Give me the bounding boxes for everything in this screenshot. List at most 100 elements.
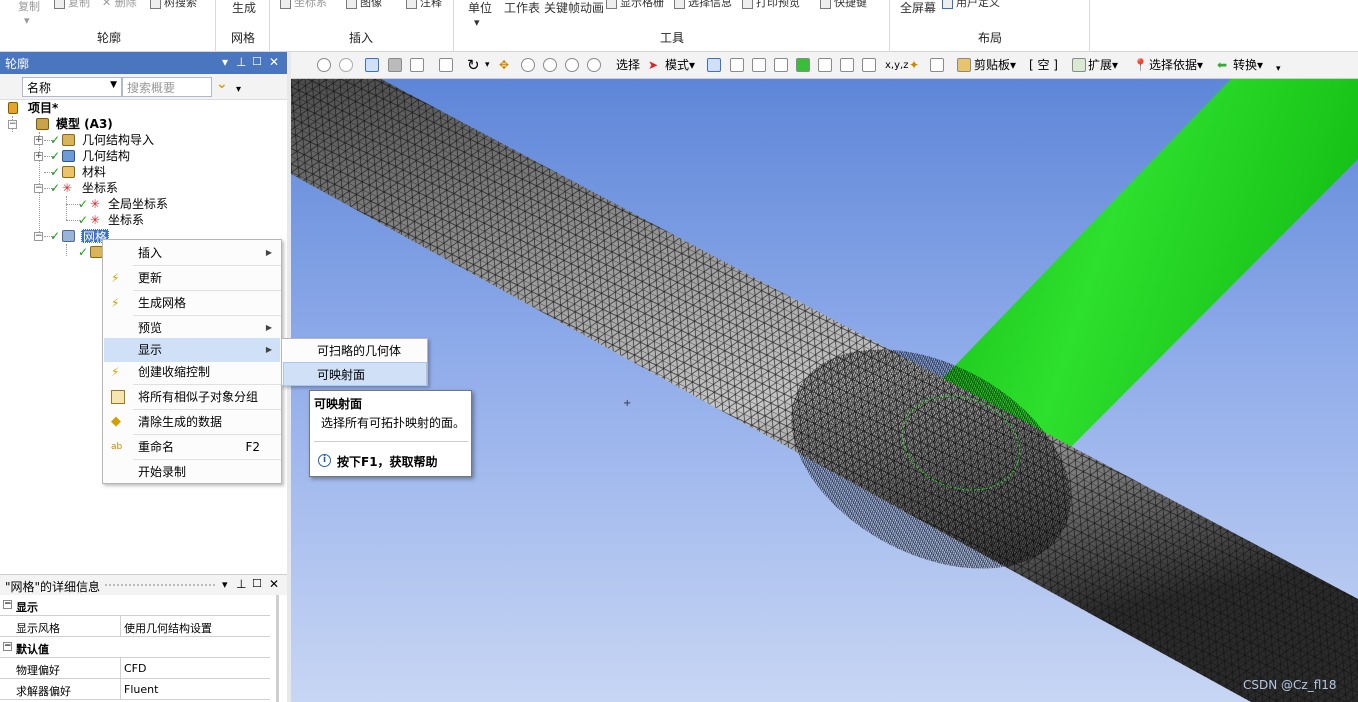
expand-icon[interactable]: + [34,152,43,161]
details-section-display[interactable]: − 显示 [0,595,270,616]
submenu-item-mappable-faces[interactable]: 可映射面 [283,362,427,386]
menu-item-create-pinch[interactable]: ⚡ 创建收缩控制 [104,360,280,384]
duplicate-button[interactable]: 复制 [54,0,90,10]
cursor-mode-icon[interactable]: ➤ [648,57,658,74]
filter-type-select[interactable]: 名称 ▼ [22,77,122,97]
menu-item-clear-data[interactable]: ◆ 清除生成的数据 [104,410,280,434]
menu-item-label: 将所有相似子对象分组 [138,390,259,404]
menu-item-rename[interactable]: ab 重命名 F2 [104,435,280,459]
select-vertex-icon[interactable] [707,58,721,72]
extend-icon[interactable] [1072,58,1086,72]
details-value[interactable]: Fluent [124,683,158,696]
select-label[interactable]: 选择 [616,57,640,74]
context-menu: 插入 ▶ ⚡ 更新 ⚡ 生成网格 预览 ▶ 显示 ▶ ⚡ 创建收缩控制 将所有相… [102,239,282,484]
expand-icon[interactable]: + [34,136,43,145]
insert-coord-button[interactable]: 坐标系 [280,0,327,10]
select-edge-icon[interactable] [730,58,744,72]
select-element-icon[interactable] [840,58,854,72]
select-element-face-icon[interactable] [818,58,832,72]
submenu-arrow-icon: ▶ [265,323,272,332]
select-by-button[interactable]: 选择依据▾ [1149,57,1203,74]
extend-button[interactable]: 扩展▾ [1088,57,1118,74]
close-icon[interactable]: ✕ [269,577,279,591]
select-node-icon[interactable] [796,58,810,72]
close-icon[interactable]: ✕ [269,55,279,69]
worksheet-button[interactable]: 工作表 [504,0,540,16]
outline-search-input[interactable]: 搜索概要 [122,77,212,97]
rotate-dropdown-icon[interactable]: ▾ [485,57,490,74]
collapse-icon[interactable]: − [34,232,43,241]
rotate-icon[interactable]: ↻ [467,57,480,74]
details-value[interactable]: CFD [124,662,146,675]
shortcut-keys-button[interactable]: 快捷键 [820,0,867,10]
coordinates-icon[interactable]: x,y,z [885,57,908,74]
delete-button[interactable]: ✕ 删除 [102,0,137,10]
solid-view-icon[interactable] [365,58,379,72]
menu-item-group-similar[interactable]: 将所有相似子对象分组 [104,385,280,409]
convert-icon[interactable]: ⬅ [1217,57,1227,74]
mode-button[interactable]: 模式▾ [665,57,695,74]
collapse-icon[interactable]: − [3,600,12,609]
menu-item-update[interactable]: ⚡ 更新 [104,266,280,290]
units-button[interactable]: 单位 [468,0,492,16]
copy-button[interactable]: 复制 [18,0,40,14]
collapse-icon[interactable]: − [34,184,43,193]
details-section-defaults[interactable]: − 默认值 [0,637,270,658]
details-row-physics-preference[interactable]: 物理偏好 CFD [0,658,270,679]
hit-point-icon[interactable]: ✦ [909,57,919,74]
zoom-out-icon[interactable] [565,58,579,72]
zoom-icon[interactable] [521,58,535,72]
collapse-icon[interactable]: − [8,120,17,129]
search-dropdown-icon[interactable]: ▾ [236,84,241,95]
user-defined-layout-button[interactable]: 用户定义 [942,0,1000,10]
select-by-icon[interactable]: 📍 [1133,57,1148,74]
keyframe-animation-button[interactable]: 关键帧动画 [544,0,604,16]
submenu-item-label: 可映射面 [317,368,366,382]
maximize-icon[interactable]: ☐ [252,577,262,590]
tree-search-button[interactable]: 树搜索 [150,0,197,10]
details-row-display-style[interactable]: 显示风格 使用几何结构设置 [0,616,270,637]
print-preview-button[interactable]: 打印预览 [742,0,800,10]
menu-item-preview[interactable]: 预览 ▶ [104,316,280,340]
details-row-solver-preference[interactable]: 求解器偏好 Fluent [0,679,270,700]
insert-image-button[interactable]: 图像 [346,0,382,10]
label-icon[interactable] [930,58,944,72]
panel-menu-icon[interactable]: ▾ [222,55,228,69]
clipboard-icon[interactable] [957,58,971,72]
maximize-icon[interactable]: ☐ [252,55,262,68]
pan-icon[interactable]: ✥ [499,57,509,74]
submenu-item-sweepable-bodies[interactable]: 可扫略的几何体 [283,339,427,363]
shaded-view-icon[interactable] [388,58,402,72]
select-mesh-icon[interactable] [862,58,876,72]
convert-button[interactable]: 转换▾ [1233,57,1263,74]
zoom-fit-icon[interactable] [317,58,331,72]
details-scrollbar[interactable] [276,595,279,702]
generate-button[interactable]: 生成 [232,0,256,16]
menu-item-generate-mesh[interactable]: ⚡ 生成网格 [104,291,280,315]
selection-info-button[interactable]: 选择信息 [674,0,732,10]
insert-annotation-button[interactable]: 注释 [406,0,442,10]
zoom-in-icon[interactable] [543,58,557,72]
show-grid-button[interactable]: 显示格栅 [606,0,664,10]
collapse-icon[interactable]: − [3,642,12,651]
fullscreen-button[interactable]: 全屏幕 [900,0,936,16]
menu-item-start-recording[interactable]: 开始录制 [104,460,280,484]
units-dropdown-icon[interactable]: ▾ [474,16,480,29]
zoom-box-icon[interactable] [339,58,353,72]
pin-icon[interactable]: ⊥ [236,55,246,69]
zoom-to-fit-icon[interactable] [587,58,601,72]
named-view-icon[interactable] [439,58,453,72]
toolbar-overflow-icon[interactable]: ▾ [1276,61,1281,78]
select-body-icon[interactable] [774,58,788,72]
details-value[interactable]: 使用几何结构设置 [124,620,212,636]
render-icon[interactable] [410,58,424,72]
clipboard-button[interactable]: 剪贴板▾ [974,57,1016,74]
dropdown-arrow-icon[interactable]: ▾ [24,14,30,27]
panel-menu-icon[interactable]: ▾ [222,578,228,591]
menu-item-show[interactable]: 显示 ▶ [104,338,280,362]
menu-item-insert[interactable]: 插入 ▶ [104,241,280,265]
grip-handle[interactable] [105,584,215,586]
pin-icon[interactable]: ⊥ [236,577,246,591]
select-face-icon[interactable] [752,58,766,72]
search-options-icon[interactable]: ⌄ [216,76,228,92]
